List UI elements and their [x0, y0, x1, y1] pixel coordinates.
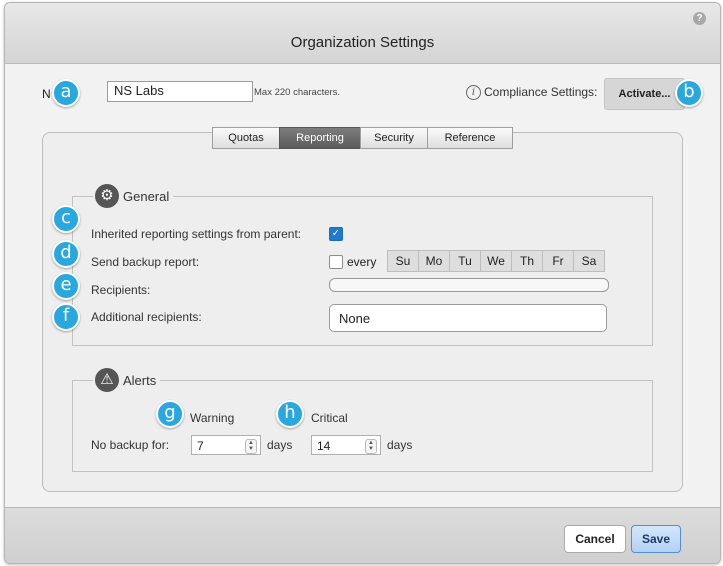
- critical-days-stepper[interactable]: 14 ▲ ▼: [311, 435, 381, 455]
- alerts-fieldset: [72, 380, 653, 472]
- general-legend: ⚙ General: [93, 184, 174, 208]
- recipients-label: Recipients:: [91, 283, 151, 297]
- additional-recipients-label: Additional recipients:: [91, 310, 202, 324]
- inherited-checkbox[interactable]: ✓: [329, 227, 343, 241]
- day-friday[interactable]: Fr: [542, 250, 574, 272]
- callout-badge-f: f: [52, 303, 80, 331]
- callout-badge-h: h: [276, 400, 304, 428]
- settings-dialog: ? Organization Settings N a NS Labs Max …: [4, 2, 721, 564]
- tab-reporting[interactable]: Reporting: [279, 127, 361, 149]
- tab-security[interactable]: Security: [360, 127, 428, 149]
- callout-badge-a: a: [52, 79, 80, 107]
- day-wednesday[interactable]: We: [480, 250, 512, 272]
- activate-button[interactable]: Activate...: [604, 78, 685, 110]
- recipients-field[interactable]: [329, 278, 609, 292]
- dialog-content: N a NS Labs Max 220 characters. i Compli…: [5, 64, 720, 507]
- stepper-arrows-icon[interactable]: ▲ ▼: [365, 439, 377, 454]
- day-saturday[interactable]: Sa: [573, 250, 605, 272]
- name-hint: Max 220 characters.: [254, 87, 341, 98]
- dialog-title: Organization Settings: [290, 34, 435, 51]
- inherited-label: Inherited reporting settings from parent…: [91, 227, 302, 241]
- warning-days-unit: days: [267, 438, 293, 452]
- critical-label: Critical: [311, 411, 348, 425]
- no-backup-label: No backup for:: [91, 438, 170, 452]
- day-sunday[interactable]: Su: [387, 250, 419, 272]
- stepper-arrows-icon[interactable]: ▲ ▼: [245, 439, 257, 454]
- help-icon[interactable]: ?: [693, 12, 706, 25]
- tab-quotas[interactable]: Quotas: [212, 127, 280, 149]
- send-report-checkbox[interactable]: [329, 255, 343, 269]
- callout-badge-g: g: [156, 400, 184, 428]
- warning-days-stepper[interactable]: 7 ▲ ▼: [191, 435, 261, 455]
- warning-icon: ⚠: [95, 368, 119, 392]
- callout-badge-d: d: [52, 240, 80, 268]
- send-report-label: Send backup report:: [91, 255, 200, 269]
- tab-bar: Quotas Reporting Security Reference: [212, 127, 513, 149]
- day-tuesday[interactable]: Tu: [449, 250, 481, 272]
- additional-recipients-field[interactable]: None: [329, 304, 607, 332]
- title-bar: ? Organization Settings: [5, 3, 720, 64]
- tab-reference[interactable]: Reference: [427, 127, 513, 149]
- info-icon[interactable]: i: [466, 85, 481, 100]
- warning-label: Warning: [190, 411, 235, 425]
- callout-badge-e: e: [52, 272, 80, 300]
- gear-icon: ⚙: [95, 184, 119, 208]
- every-label: every: [347, 255, 377, 269]
- critical-days-unit: days: [387, 438, 413, 452]
- dialog-footer: Cancel Save: [5, 507, 720, 563]
- compliance-label: Compliance Settings:: [484, 85, 598, 99]
- day-monday[interactable]: Mo: [418, 250, 450, 272]
- save-button[interactable]: Save: [631, 525, 681, 553]
- cancel-button[interactable]: Cancel: [564, 525, 626, 553]
- warning-days-value: 7: [197, 439, 204, 453]
- alerts-legend: ⚠ Alerts: [93, 368, 161, 392]
- general-title: General: [123, 188, 170, 204]
- name-label: N: [42, 87, 51, 101]
- alerts-title: Alerts: [123, 372, 157, 388]
- critical-days-value: 14: [317, 439, 331, 453]
- callout-badge-c: c: [52, 205, 80, 233]
- name-input[interactable]: NS Labs: [107, 81, 253, 102]
- day-thursday[interactable]: Th: [511, 250, 543, 272]
- callout-badge-b: b: [675, 79, 703, 107]
- weekday-selector: Su Mo Tu We Th Fr Sa: [387, 250, 605, 272]
